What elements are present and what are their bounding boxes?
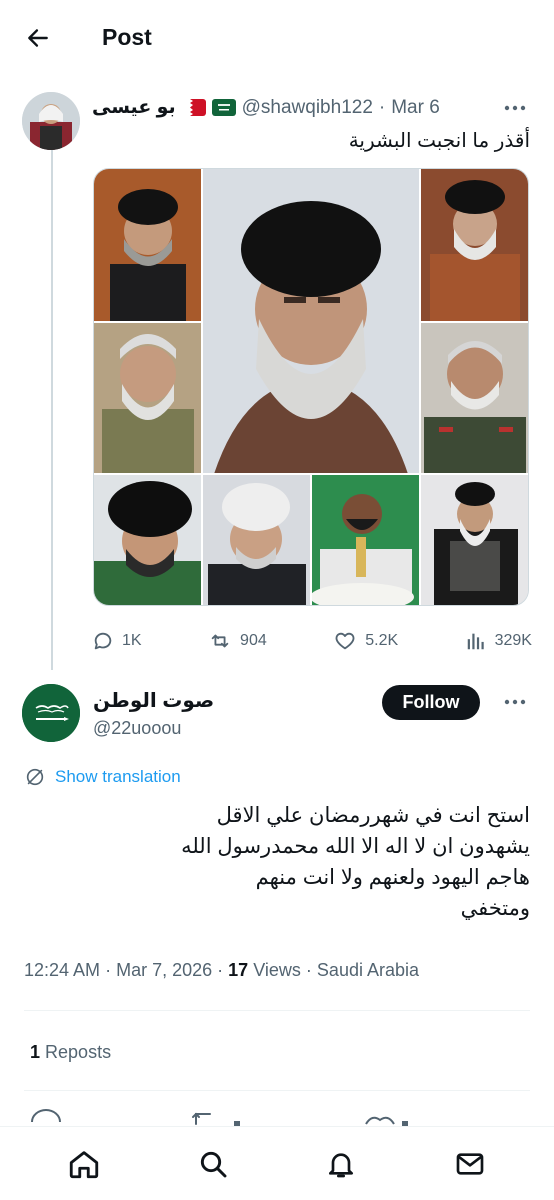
- portrait-collage-image: [94, 169, 528, 605]
- quoted-post-text: أقذر ما انجبت البشرية: [348, 130, 530, 152]
- more-dots-icon: [504, 105, 526, 111]
- post-text-line: استح انت في شهررمضان علي الاقل: [216, 804, 530, 827]
- top-bar: Post: [0, 0, 554, 78]
- bottom-navigation: [0, 1126, 554, 1200]
- more-options-button[interactable]: [500, 98, 530, 118]
- reply-icon: [94, 632, 112, 650]
- notifications-bell-icon: [329, 1152, 354, 1177]
- quoted-post-actions: 1K 904 5.2K 329K: [92, 626, 532, 656]
- author-name[interactable]: بو عيسى: [92, 96, 176, 119]
- more-dots-icon: [504, 699, 526, 705]
- translate-globe-icon: [26, 768, 44, 786]
- post-text-line: يشهدون ان لا اله الا الله محمدرسول الله: [181, 835, 530, 858]
- home-icon: [70, 1150, 99, 1178]
- nav-messages[interactable]: [446, 1140, 494, 1188]
- post-date[interactable]: Mar 7, 2026: [116, 960, 212, 980]
- back-arrow-icon: [28, 29, 48, 47]
- saudi-emblem-icon: [22, 684, 80, 742]
- show-translation-link[interactable]: Show translation: [24, 766, 181, 788]
- repost-count: 904: [240, 632, 267, 649]
- quoted-post-header: بو عيسى @shawqibh122 · Mar 6: [92, 96, 440, 119]
- like-button[interactable]: 5.2K: [333, 630, 398, 652]
- author-handle[interactable]: @shawqibh122: [242, 97, 373, 119]
- views-bar-chart-icon: [467, 633, 484, 650]
- post-date[interactable]: Mar 6: [391, 97, 440, 119]
- nav-search[interactable]: [189, 1140, 237, 1188]
- page-title: Post: [102, 24, 152, 50]
- nav-notifications[interactable]: [317, 1140, 365, 1188]
- reposts-count: 1: [30, 1042, 41, 1062]
- author-name[interactable]: صوت الوطن: [93, 688, 214, 713]
- views-count: 329K: [494, 632, 532, 649]
- reply-count: 1K: [122, 632, 142, 649]
- more-options-button[interactable]: [500, 692, 530, 712]
- avatar-image: [22, 92, 80, 150]
- nav-home[interactable]: [60, 1140, 108, 1188]
- search-icon: [200, 1151, 227, 1177]
- post-meta: 12:24 AM · Mar 7, 2026 · 17 Views · Saud…: [24, 960, 419, 980]
- avatar[interactable]: [22, 92, 80, 150]
- thread-connector: [51, 150, 53, 670]
- divider: [24, 1090, 530, 1091]
- post-text: استح انت في شهررمضان علي الاقل يشهدون ان…: [24, 800, 530, 924]
- follow-button[interactable]: Follow: [382, 685, 480, 720]
- show-translation-label[interactable]: Show translation: [55, 767, 181, 787]
- like-count: 5.2K: [365, 632, 399, 649]
- post-image[interactable]: [93, 168, 529, 606]
- reposts-label: Reposts: [45, 1042, 112, 1062]
- repost-button[interactable]: 904: [208, 630, 267, 652]
- avatar[interactable]: [22, 684, 80, 742]
- reply-button[interactable]: 1K: [92, 630, 142, 652]
- views-button[interactable]: 329K: [465, 630, 532, 652]
- post-actions-partial: [0, 1108, 554, 1126]
- dot-separator: ·: [378, 96, 386, 118]
- views-label: Views: [253, 960, 301, 980]
- views-count: 17: [228, 960, 249, 980]
- divider: [24, 1010, 530, 1011]
- action-icons-partial: [31, 1109, 408, 1126]
- author-handle[interactable]: @22uooou: [93, 718, 181, 739]
- heart-icon: [335, 632, 355, 650]
- bahrain-flag-icon: [181, 99, 206, 116]
- post-time[interactable]: 12:24 AM: [24, 960, 100, 980]
- messages-envelope-icon: [456, 1152, 484, 1175]
- reposts-summary[interactable]: 1 Reposts: [30, 1042, 111, 1063]
- repost-icon: [211, 634, 229, 648]
- back-button[interactable]: [18, 20, 58, 56]
- post-text-line: هاجم اليهود ولعنهم ولا انت منهم: [255, 866, 530, 889]
- post-text-line: ومتخفي: [460, 897, 530, 920]
- saudi-flag-icon: [211, 99, 236, 116]
- post-location: Saudi Arabia: [316, 960, 419, 980]
